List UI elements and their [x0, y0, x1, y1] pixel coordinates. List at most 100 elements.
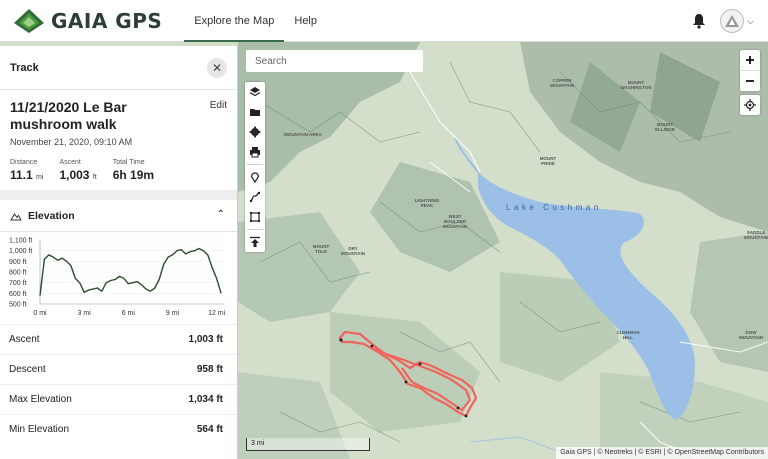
- draw-area-button[interactable]: [245, 207, 265, 227]
- elevation-chart-svg: 1,100 ft 1,000 ft 900 ft 800 ft 700 ft 600 ft…: [9, 238, 226, 318]
- stat-total-time: Total Time 6h 19m: [113, 159, 154, 182]
- y-tick-label: 500 ft: [9, 302, 27, 309]
- zoom-controls: [740, 50, 760, 91]
- stat-number: 6h 19m: [112, 168, 155, 182]
- toolbar-divider: [247, 164, 263, 165]
- gaia-logo-icon: [14, 8, 44, 33]
- chevron-down-icon[interactable]: ⌵: [747, 16, 754, 27]
- stat-unit: mi: [36, 174, 44, 181]
- map-label-west-boulder: WEST BOULDER MOUNTAIN: [443, 214, 467, 229]
- top-right-controls: ⌵: [692, 9, 754, 33]
- map-label-area: MOUNTAIN AREA: [284, 132, 322, 137]
- x-tick-label: 6 mi: [122, 310, 136, 317]
- stat-label: Ascent: [59, 159, 81, 166]
- chevron-up-icon[interactable]: ⌃: [217, 209, 225, 220]
- elevation-icon: [10, 212, 22, 220]
- logo-text: GAIA GPS: [51, 8, 163, 33]
- row-value: 958 ft: [196, 364, 223, 375]
- row-value: 1,003 ft: [188, 334, 223, 345]
- toolbar-divider: [247, 229, 263, 230]
- y-tick-label: 1,100 ft: [9, 238, 32, 245]
- track-stats: Distance 11.1 mi Ascent 1,003 ft Total T…: [10, 159, 227, 182]
- elevation-chart: 1,100 ft 1,000 ft 900 ft 800 ft 700 ft 600 ft…: [0, 232, 237, 324]
- row-label: Descent: [9, 364, 46, 375]
- map-label-copper-mountain: COPPER MOUNTAIN: [550, 78, 574, 88]
- upload-button[interactable]: [245, 232, 265, 252]
- track-date: November 21, 2020, 09:10 AM: [10, 137, 133, 147]
- stat-label: Total Time: [112, 159, 145, 166]
- zoom-out-button[interactable]: [740, 71, 760, 91]
- edit-track-button[interactable]: Edit: [210, 100, 227, 111]
- row-label: Ascent: [9, 334, 40, 345]
- stat-value: 11.1 mi: [10, 168, 43, 182]
- section-divider: [0, 190, 237, 200]
- draw-route-button[interactable]: [245, 187, 265, 207]
- row-min-elevation: Min Elevation 564 ft: [0, 414, 237, 444]
- area-icon: [250, 212, 260, 222]
- add-waypoint-button[interactable]: [245, 167, 265, 187]
- stat-ascent: Ascent 1,003 ft: [59, 159, 96, 182]
- plus-icon: [746, 56, 754, 64]
- notification-bell-icon[interactable]: [692, 13, 706, 29]
- stat-unit: ft: [92, 174, 97, 181]
- y-tick-label: 800 ft: [9, 270, 27, 277]
- track-panel: Track ✕ 11/21/2020 Le Bar mushroom walk …: [0, 46, 238, 459]
- row-ascent: Ascent 1,003 ft: [0, 324, 237, 354]
- search-input[interactable]: Search: [246, 50, 423, 72]
- lake-label: Lake Cushman: [506, 203, 602, 212]
- map-label-dry-mountain: DRY MOUNTAIN: [341, 246, 365, 256]
- x-tick-label: 12 mi: [208, 310, 226, 317]
- locate-me-button[interactable]: [740, 95, 760, 115]
- layers-button[interactable]: [245, 82, 265, 102]
- stat-number: 11.1: [10, 168, 33, 182]
- map-label-saddle-mountain: SADDLE MOUNTAIN: [744, 230, 768, 240]
- gear-icon: [249, 126, 261, 138]
- zoom-in-button[interactable]: [740, 50, 760, 70]
- map-label-dow-mountain: DOW MOUNTAIN: [739, 330, 763, 340]
- map-label-mount-tole: MOUNT TOLE: [312, 244, 330, 254]
- row-value: 564 ft: [196, 424, 223, 435]
- map-pin-icon: [250, 172, 260, 183]
- stat-label: Distance: [10, 159, 38, 166]
- stat-value: 6h 19m: [113, 168, 154, 182]
- crosshair-icon: [744, 99, 756, 111]
- map-attribution: Gaia GPS | © Neotreks | © ESRI | © OpenS…: [556, 447, 768, 459]
- x-tick-label: 0 mi: [33, 310, 47, 317]
- logo[interactable]: GAIA GPS: [13, 8, 162, 34]
- map-toolbar: [245, 82, 265, 252]
- print-button[interactable]: [245, 142, 265, 162]
- settings-button[interactable]: [245, 122, 265, 142]
- scale-bar: 3 mi: [246, 438, 370, 451]
- route-icon: [249, 191, 261, 203]
- minus-icon: [746, 80, 754, 82]
- map-label-mount-pride: MOUNT PRIDE: [539, 156, 557, 166]
- close-panel-button[interactable]: ✕: [207, 57, 227, 78]
- panel-header: Track ✕: [0, 46, 237, 90]
- folder-icon: [250, 109, 260, 116]
- elevation-title: Elevation: [28, 209, 75, 222]
- avatar[interactable]: [720, 9, 745, 33]
- user-mountain-icon: [725, 15, 740, 27]
- print-icon: [250, 147, 260, 158]
- nav-help[interactable]: Help: [284, 0, 327, 42]
- main-nav: Explore the Map Help: [184, 0, 327, 42]
- y-tick-label: 700 ft: [9, 280, 27, 287]
- close-icon: ✕: [211, 60, 223, 75]
- row-max-elevation: Max Elevation 1,034 ft: [0, 384, 237, 414]
- track-name: 11/21/2020 Le Bar mushroom walk: [10, 99, 127, 132]
- x-tick-label: 3 mi: [78, 310, 92, 317]
- map-label-cushman-hill: CUSHMAN HILL: [616, 330, 640, 340]
- folder-button[interactable]: [245, 102, 265, 122]
- y-tick-label: 1,000 ft: [9, 248, 32, 255]
- map-label-mount-washington: MOUNT WASHINGTON: [620, 80, 652, 90]
- stat-distance: Distance 11.1 mi: [10, 159, 43, 182]
- track-info: 11/21/2020 Le Bar mushroom walk Edit Nov…: [0, 90, 237, 190]
- stat-number: 1,003: [59, 168, 90, 182]
- top-bar: GAIA GPS Explore the Map Help ⌵: [0, 0, 768, 42]
- row-value: 1,034 ft: [188, 394, 223, 405]
- row-label: Min Elevation: [9, 424, 70, 435]
- map-label-mount-ellinor: MOUNT ELLINOR: [655, 122, 675, 132]
- nav-explore-map[interactable]: Explore the Map: [184, 0, 285, 42]
- elevation-header[interactable]: Elevation ⌃: [0, 200, 237, 232]
- layers-icon: [249, 87, 261, 97]
